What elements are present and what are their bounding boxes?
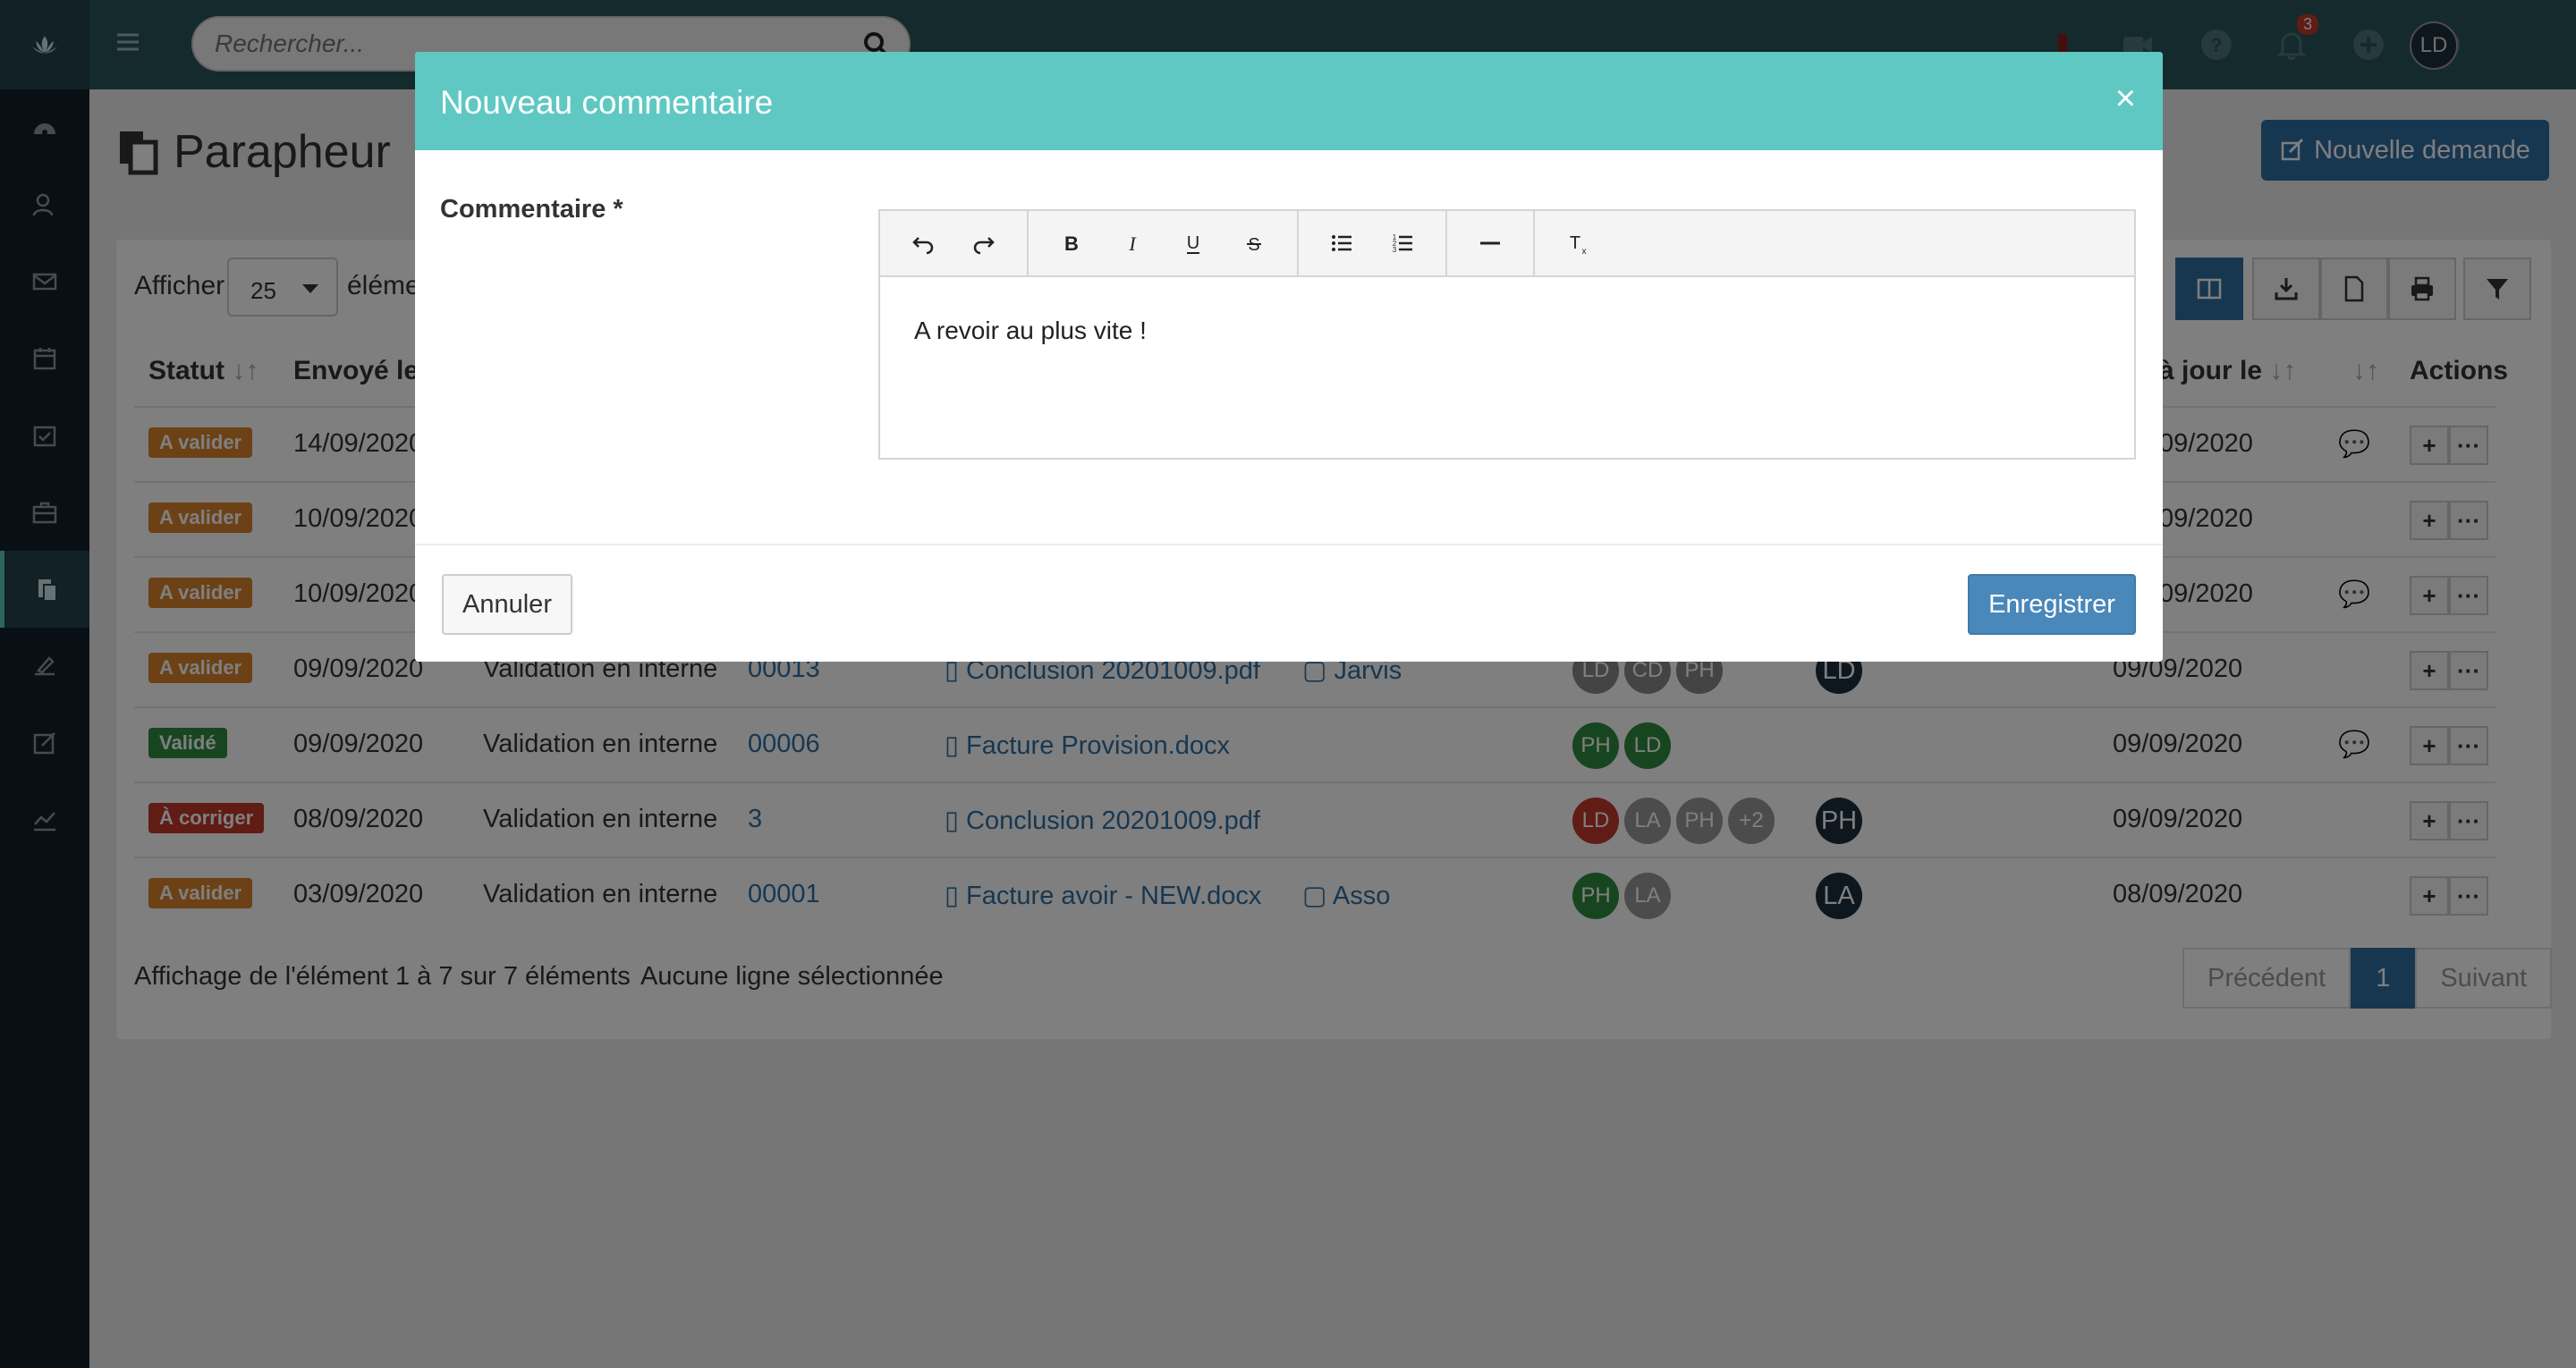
svg-text:x: x [1582,247,1587,256]
undo-icon [912,237,934,255]
svg-text:U: U [1187,233,1199,253]
horizontal-rule-icon [1480,241,1500,245]
italic-icon: I [1128,232,1137,255]
svg-text:T: T [1570,233,1580,253]
comment-textarea[interactable]: A revoir au plus vite ! [880,277,2134,384]
close-button[interactable]: × [2115,79,2136,119]
clear-format-button[interactable]: Tx [1547,216,1608,270]
svg-text:3: 3 [1393,246,1397,254]
modal-header: Nouveau commentaire × [415,52,2163,150]
insert-group [1447,210,1535,276]
italic-button[interactable]: I [1102,216,1163,270]
modal-title: Nouveau commentaire [440,84,774,121]
underline-icon: U [1187,233,1199,254]
strikethrough-button[interactable]: S [1224,216,1284,270]
comment-modal: Nouveau commentaire × Commentaire * B I … [415,52,2163,662]
redo-icon [973,237,995,255]
numbered-list-icon: 123 [1393,233,1412,254]
list-group: 123 [1299,210,1447,276]
horizontal-rule-button[interactable] [1460,216,1521,270]
clear-format-icon: Tx [1570,233,1587,256]
svg-text:B: B [1064,232,1079,255]
strikethrough-icon: S [1247,235,1261,255]
underline-button[interactable]: U [1163,216,1224,270]
save-button[interactable]: Enregistrer [1968,574,2136,635]
rich-text-editor: B I U S 123 Tx A revoir au plus vite ! [878,209,2136,460]
bullet-list-button[interactable] [1311,216,1372,270]
format-group: B I U S [1029,210,1299,276]
editor-toolbar: B I U S 123 Tx [880,210,2134,277]
clear-group: Tx [1535,210,1621,276]
modal-footer: Annuler Enregistrer [415,544,2163,662]
bold-button[interactable]: B [1041,216,1102,270]
bold-icon: B [1064,232,1079,255]
undo-button[interactable] [893,216,953,270]
cancel-button[interactable]: Annuler [442,574,572,635]
comment-field-label: Commentaire * [440,195,623,224]
bullet-list-icon [1332,235,1352,251]
svg-text:I: I [1128,232,1137,255]
redo-button[interactable] [953,216,1014,270]
numbered-list-button[interactable]: 123 [1372,216,1433,270]
history-group [880,210,1029,276]
